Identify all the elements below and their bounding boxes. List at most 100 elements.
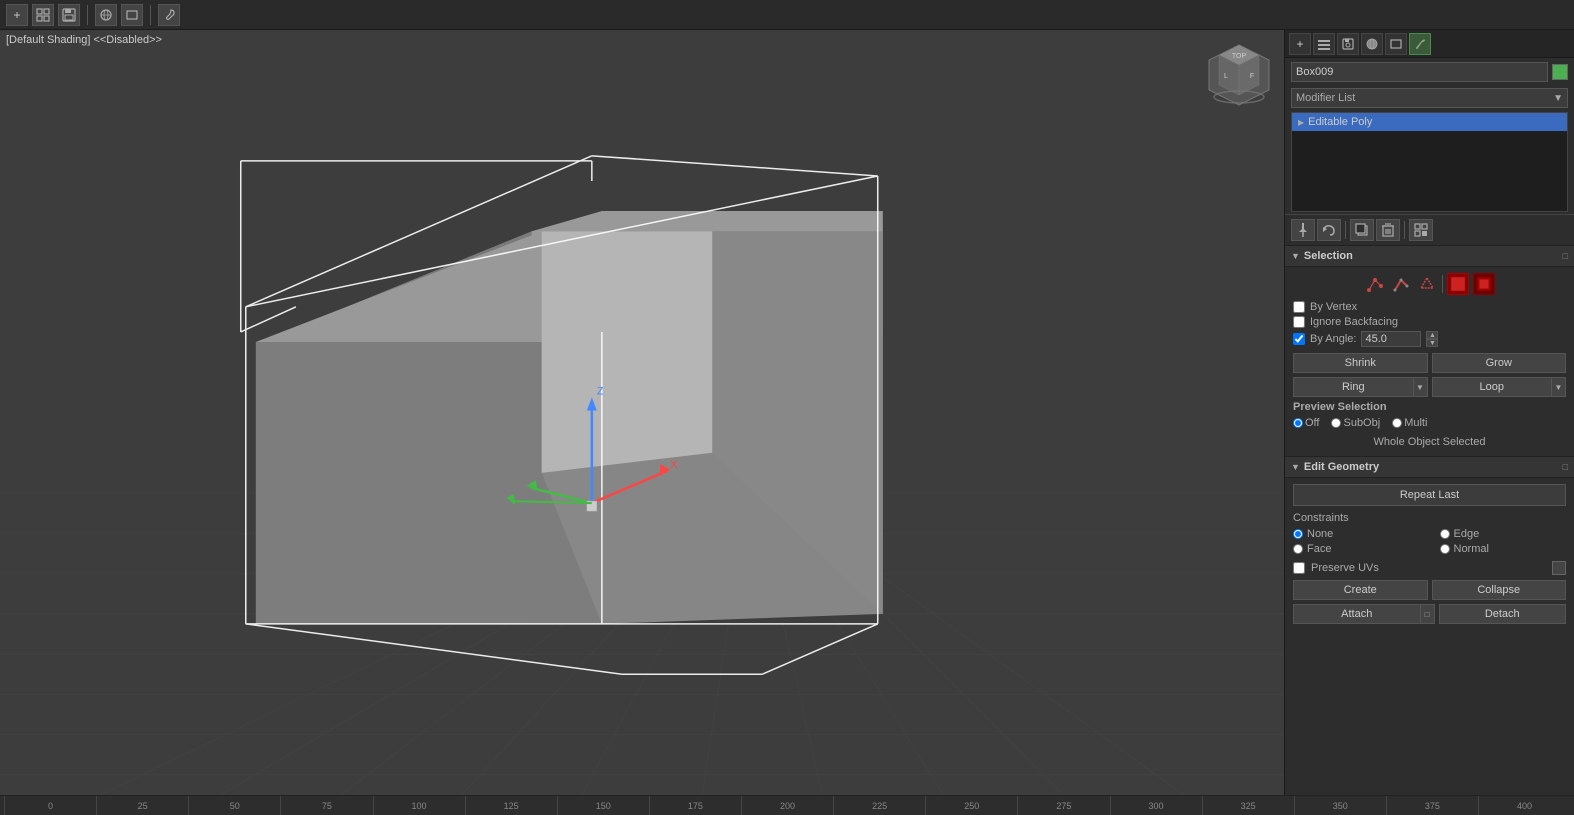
by-vertex-checkbox[interactable] <box>1293 301 1305 313</box>
sphere-icon[interactable] <box>95 4 117 26</box>
ignore-backfacing-checkbox[interactable] <box>1293 316 1305 328</box>
repeat-last-btn[interactable]: Repeat Last <box>1293 484 1566 506</box>
ring-btn[interactable]: Ring <box>1293 377 1414 397</box>
modifier-stack-empty <box>1292 131 1567 211</box>
viewport-3d[interactable]: [Default Shading] <<Disabled>> <box>0 30 1284 795</box>
preview-multi-radio[interactable] <box>1392 418 1402 428</box>
ignore-backfacing-label: Ignore Backfacing <box>1310 316 1398 328</box>
edit-geo-collapse-icon: ▼ <box>1291 462 1300 472</box>
save-icon[interactable] <box>58 4 80 26</box>
preserve-uvs-label: Preserve UVs <box>1311 562 1546 574</box>
ruler-mark-75: 75 <box>280 796 372 815</box>
viewport-header: [Default Shading] <<Disabled>> <box>6 34 162 46</box>
settings-icon-btn[interactable] <box>1409 219 1433 241</box>
preview-subobj-label: SubObj <box>1343 417 1380 429</box>
attach-detach-row: Attach □ Detach <box>1293 604 1566 624</box>
poly-mode-btn[interactable] <box>1447 273 1469 295</box>
dropdown-arrow-icon: ▼ <box>1553 93 1563 104</box>
by-angle-checkbox[interactable] <box>1293 333 1305 345</box>
ruler-mark-250: 250 <box>925 796 1017 815</box>
svg-text:X: X <box>670 459 678 471</box>
ruler-mark-275: 275 <box>1017 796 1109 815</box>
rect-icon[interactable] <box>121 4 143 26</box>
sel-mode-sep <box>1442 275 1443 293</box>
constraint-face-radio[interactable] <box>1293 544 1303 554</box>
selection-pin-icon: □ <box>1563 251 1568 261</box>
preview-off-radio[interactable] <box>1293 418 1303 428</box>
loop-btn[interactable]: Loop <box>1432 377 1553 397</box>
delete-icon-btn[interactable] <box>1376 219 1400 241</box>
modifier-list-dropdown[interactable]: Modifier List ▼ <box>1291 88 1568 108</box>
preserve-uvs-row: Preserve UVs <box>1293 561 1566 575</box>
vertex-mode-btn[interactable] <box>1364 273 1386 295</box>
ruler-mark-200: 200 <box>741 796 833 815</box>
angle-down-btn[interactable]: ▼ <box>1426 339 1438 347</box>
preview-subobj-radio[interactable] <box>1331 418 1341 428</box>
pin-icon-btn[interactable] <box>1291 219 1315 241</box>
constraint-none-radio[interactable] <box>1293 529 1303 539</box>
ruler-mark-150: 150 <box>557 796 649 815</box>
create-btn[interactable]: Create <box>1293 580 1428 600</box>
ruler-mark-0: 0 <box>4 796 96 815</box>
object-name-input[interactable] <box>1291 62 1548 82</box>
by-angle-row: By Angle: ▲ ▼ <box>1293 331 1566 347</box>
object-name-row <box>1285 58 1574 86</box>
loop-arrow-btn[interactable]: ▼ <box>1552 377 1566 397</box>
rect-tab-icon[interactable] <box>1385 33 1407 55</box>
angle-up-btn[interactable]: ▲ <box>1426 331 1438 339</box>
save-tab-icon[interactable] <box>1337 33 1359 55</box>
shrink-btn[interactable]: Shrink <box>1293 353 1428 373</box>
grow-btn[interactable]: Grow <box>1432 353 1567 373</box>
collapse-btn[interactable]: Collapse <box>1432 580 1567 600</box>
ruler-mark-25: 25 <box>96 796 188 815</box>
detach-btn[interactable]: Detach <box>1439 604 1567 624</box>
plus-icon-panel[interactable]: + <box>1289 33 1311 55</box>
constraint-none-option: None <box>1293 528 1420 540</box>
border-mode-btn[interactable] <box>1416 273 1438 295</box>
view-icon[interactable] <box>32 4 54 26</box>
ruler-mark-125: 125 <box>465 796 557 815</box>
modifier-item-editable-poly[interactable]: ▶ Editable Poly <box>1292 113 1567 131</box>
element-mode-btn[interactable] <box>1473 273 1495 295</box>
angle-value-input[interactable] <box>1361 331 1421 347</box>
copy-icon-btn[interactable] <box>1350 219 1374 241</box>
svg-text:Z: Z <box>597 385 604 397</box>
edit-geometry-section-header[interactable]: ▼ Edit Geometry □ <box>1285 456 1574 478</box>
attach-btn[interactable]: Attach <box>1293 604 1421 624</box>
selection-modes-row <box>1293 273 1566 295</box>
shrink-grow-row: Shrink Grow <box>1293 353 1566 373</box>
nav-cube[interactable]: TOP L F <box>1204 40 1274 110</box>
preserve-uvs-settings-icon[interactable] <box>1552 561 1566 575</box>
panel-icon-sep-1 <box>1345 221 1346 239</box>
whole-object-selected-row: Whole Object Selected <box>1293 434 1566 450</box>
preserve-uvs-checkbox[interactable] <box>1293 562 1305 574</box>
top-toolbar: + <box>0 0 1574 30</box>
plus-icon[interactable]: + <box>6 4 28 26</box>
constraint-normal-label: Normal <box>1454 543 1489 555</box>
svg-text:F: F <box>1250 73 1254 80</box>
bottom-ruler: 0 25 50 75 100 125 150 175 200 225 250 2… <box>0 795 1574 815</box>
sphere-tab-icon[interactable] <box>1361 33 1383 55</box>
modifier-stack: ▶ Editable Poly <box>1291 112 1568 212</box>
toolbar-separator-1 <box>87 5 88 25</box>
modifier-expand-icon: ▶ <box>1298 118 1304 127</box>
object-color-swatch[interactable] <box>1552 64 1568 80</box>
create-collapse-row: Create Collapse <box>1293 580 1566 600</box>
wrench-tab-icon[interactable] <box>1409 33 1431 55</box>
ring-arrow-btn[interactable]: ▼ <box>1414 377 1428 397</box>
ring-with-arrow: Ring ▼ <box>1293 377 1428 397</box>
preview-multi-label: Multi <box>1404 417 1427 429</box>
view-tab-icon[interactable] <box>1313 33 1335 55</box>
undo-icon-btn[interactable] <box>1317 219 1341 241</box>
wrench-icon[interactable] <box>158 4 180 26</box>
edge-mode-btn[interactable] <box>1390 273 1412 295</box>
preview-selection-options: Off SubObj Multi <box>1293 417 1566 429</box>
modifier-list-row: Modifier List ▼ <box>1285 86 1574 110</box>
selection-content: By Vertex Ignore Backfacing By Angle: ▲ … <box>1285 267 1574 456</box>
ruler-mark-325: 325 <box>1202 796 1294 815</box>
constraint-normal-radio[interactable] <box>1440 544 1450 554</box>
panel-tabs: + <box>1285 30 1574 58</box>
selection-section-header[interactable]: ▼ Selection □ <box>1285 245 1574 267</box>
constraint-edge-radio[interactable] <box>1440 529 1450 539</box>
attach-arrow-btn[interactable]: □ <box>1421 604 1435 624</box>
